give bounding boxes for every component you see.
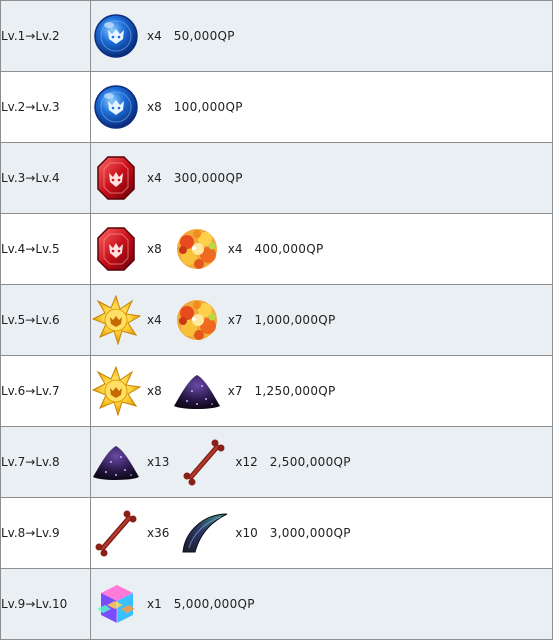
material-item: x13	[91, 437, 179, 487]
materials-list: x1 5,000,000QP	[91, 569, 552, 639]
dark-pile-icon	[172, 366, 222, 416]
table-row: Lv.5→Lv.6 x4 x7 1,000,000QP	[0, 284, 553, 356]
materials-cell: x4 x7 1,000,000QP	[90, 284, 553, 356]
material-quantity: x7	[227, 384, 243, 398]
table-row: Lv.1→Lv.2 x4 50,000QP	[0, 0, 553, 72]
level-label: Lv.9→Lv.10	[1, 597, 68, 611]
level-label: Lv.1→Lv.2	[1, 29, 60, 43]
table-row: Lv.6→Lv.7 x8 x7 1,250,000QP	[0, 355, 553, 427]
skill-upgrade-table: Lv.1→Lv.2 x4 50,000QP Lv.2→Lv.3 x8 100,0…	[0, 0, 553, 640]
flower-cluster-icon	[172, 295, 222, 345]
materials-cell: x8 x4 400,000QP	[90, 213, 553, 285]
qp-cost: 5,000,000QP	[173, 597, 255, 611]
material-item: x4	[91, 153, 172, 203]
material-quantity: x4	[227, 242, 243, 256]
materials-cell: x36 x10 3,000,000QP	[90, 497, 553, 569]
level-cell: Lv.7→Lv.8	[0, 426, 91, 498]
material-item: x12	[179, 437, 267, 487]
blue-gem-icon	[91, 82, 141, 132]
material-item: x4	[91, 11, 172, 61]
materials-list: x8 x7 1,250,000QP	[91, 356, 552, 426]
material-item: x4	[172, 224, 253, 274]
level-cell: Lv.4→Lv.5	[0, 213, 91, 285]
material-quantity: x1	[147, 597, 162, 611]
qp-cost: 400,000QP	[254, 242, 324, 256]
table-row: Lv.7→Lv.8 x13 x12 2,500,000QP	[0, 426, 553, 498]
material-item: x8	[91, 366, 172, 416]
table-row: Lv.2→Lv.3 x8 100,000QP	[0, 71, 553, 143]
qp-cost: 2,500,000QP	[269, 455, 351, 469]
blue-gem-icon	[91, 11, 141, 61]
materials-cell: x8 100,000QP	[90, 71, 553, 143]
level-label: Lv.4→Lv.5	[1, 242, 60, 256]
bone-icon	[179, 437, 229, 487]
level-cell: Lv.1→Lv.2	[0, 0, 91, 72]
level-cell: Lv.8→Lv.9	[0, 497, 91, 569]
materials-list: x4 300,000QP	[91, 143, 552, 213]
table-row: Lv.8→Lv.9 x36 x10 3,000,000QP	[0, 497, 553, 569]
material-quantity: x8	[147, 384, 162, 398]
material-quantity: x4	[147, 29, 162, 43]
material-quantity: x10	[235, 526, 258, 540]
material-item: x36	[91, 508, 179, 558]
qp-cost: 50,000QP	[173, 29, 235, 43]
qp-cost: 1,000,000QP	[254, 313, 336, 327]
flower-cluster-icon	[172, 224, 222, 274]
materials-list: x13 x12 2,500,000QP	[91, 427, 552, 497]
materials-list: x36 x10 3,000,000QP	[91, 498, 552, 568]
level-label: Lv.5→Lv.6	[1, 313, 60, 327]
table-row: Lv.3→Lv.4 x4 300,000QP	[0, 142, 553, 214]
gold-star-gem-icon	[91, 366, 141, 416]
qp-cost: 100,000QP	[173, 100, 243, 114]
material-item: x7	[172, 295, 253, 345]
qp-cost: 3,000,000QP	[269, 526, 351, 540]
material-quantity: x12	[235, 455, 258, 469]
claw-icon	[179, 508, 229, 558]
level-label: Lv.7→Lv.8	[1, 455, 60, 469]
level-label: Lv.2→Lv.3	[1, 100, 60, 114]
crystal-cube-icon	[91, 579, 141, 629]
level-label: Lv.6→Lv.7	[1, 384, 60, 398]
red-gem-icon	[91, 153, 141, 203]
materials-list: x4 x7 1,000,000QP	[91, 285, 552, 355]
table-body: Lv.1→Lv.2 x4 50,000QP Lv.2→Lv.3 x8 100,0…	[0, 0, 553, 640]
material-item: x1	[91, 579, 172, 629]
level-cell: Lv.5→Lv.6	[0, 284, 91, 356]
level-label: Lv.3→Lv.4	[1, 171, 60, 185]
material-quantity: x7	[227, 313, 243, 327]
materials-cell: x4 50,000QP	[90, 0, 553, 72]
level-label: Lv.8→Lv.9	[1, 526, 60, 540]
materials-cell: x1 5,000,000QP	[90, 568, 553, 640]
level-cell: Lv.3→Lv.4	[0, 142, 91, 214]
material-item: x4	[91, 295, 172, 345]
materials-cell: x8 x7 1,250,000QP	[90, 355, 553, 427]
level-cell: Lv.6→Lv.7	[0, 355, 91, 427]
material-quantity: x4	[147, 313, 162, 327]
table-row: Lv.9→Lv.10 x1 5,000,000QP	[0, 568, 553, 640]
material-item: x7	[172, 366, 253, 416]
materials-list: x8 100,000QP	[91, 72, 552, 142]
table-row: Lv.4→Lv.5 x8 x4 400,000QP	[0, 213, 553, 285]
level-cell: Lv.2→Lv.3	[0, 71, 91, 143]
material-item: x8	[91, 224, 172, 274]
material-quantity: x4	[147, 171, 162, 185]
material-quantity: x8	[147, 242, 162, 256]
level-cell: Lv.9→Lv.10	[0, 568, 91, 640]
material-quantity: x13	[147, 455, 170, 469]
bone-icon	[91, 508, 141, 558]
materials-list: x8 x4 400,000QP	[91, 214, 552, 284]
material-item: x10	[179, 508, 267, 558]
material-quantity: x8	[147, 100, 162, 114]
red-gem-icon	[91, 224, 141, 274]
materials-cell: x13 x12 2,500,000QP	[90, 426, 553, 498]
qp-cost: 300,000QP	[173, 171, 243, 185]
qp-cost: 1,250,000QP	[254, 384, 336, 398]
material-quantity: x36	[147, 526, 170, 540]
materials-list: x4 50,000QP	[91, 1, 552, 71]
material-item: x8	[91, 82, 172, 132]
dark-pile-icon	[91, 437, 141, 487]
materials-cell: x4 300,000QP	[90, 142, 553, 214]
gold-star-gem-icon	[91, 295, 141, 345]
